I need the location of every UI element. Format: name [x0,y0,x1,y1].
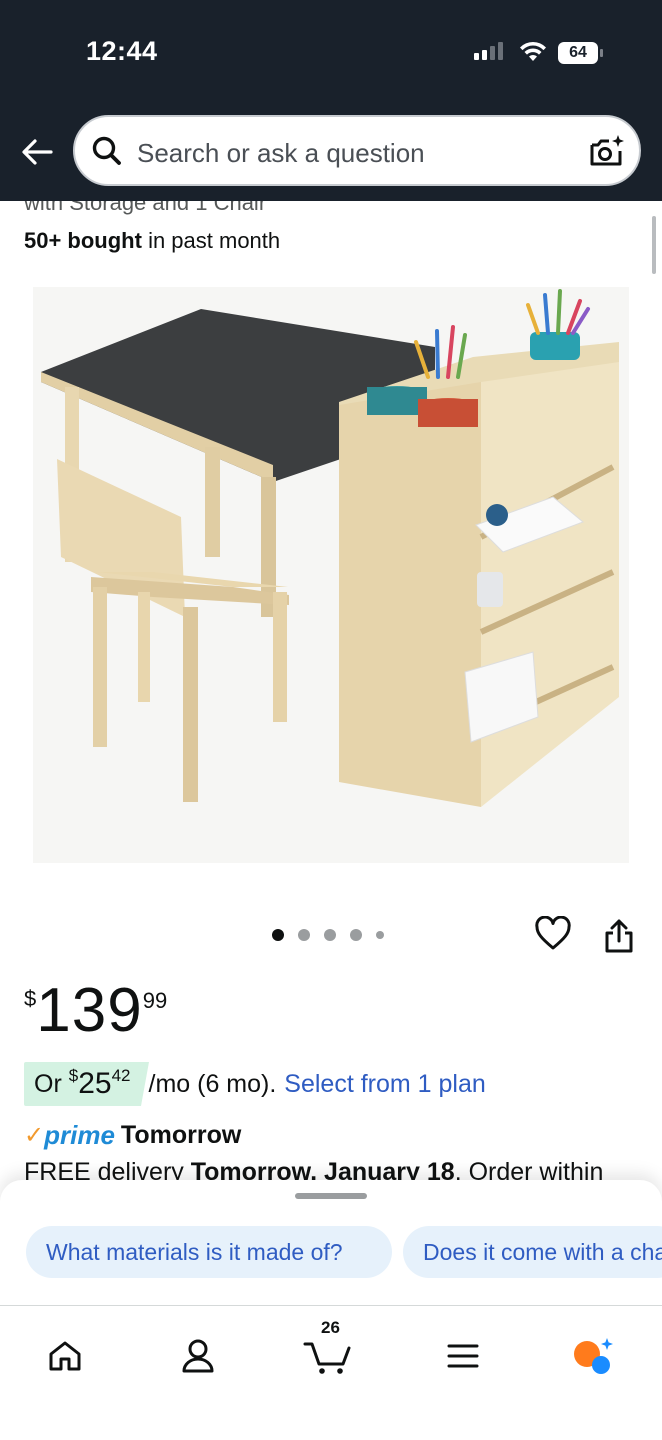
suggestion-chip[interactable]: What materials is it made of? [26,1226,392,1278]
desk-chair-illustration [41,289,619,807]
person-icon [182,1339,214,1373]
price-currency: $ [24,986,37,1011]
sheet-drag-handle[interactable] [295,1193,367,1199]
product-image[interactable] [33,287,629,863]
carousel-dot[interactable] [324,929,336,941]
home-icon [49,1341,81,1371]
product-price: $ 139 99 [24,978,167,1044]
search-bar[interactable]: Search or ask a question [73,115,641,186]
tab-rufus-assistant[interactable] [562,1326,622,1386]
installment-currency: $ [68,1066,79,1085]
installment-suffix: /mo (6 mo). [148,1069,277,1098]
carousel-dot[interactable] [298,929,310,941]
carousel-dot[interactable] [376,931,384,939]
wifi-icon [520,41,546,61]
camera-lens-icon[interactable] [587,133,625,171]
installment-plan: Or $25 42 /mo (6 mo). Select from 1 plan [24,1062,486,1106]
carousel-dot[interactable] [350,929,362,941]
bought-count-rest: in past month [141,228,281,253]
prime-logo: prime [44,1120,115,1150]
price-fraction: 99 [142,988,168,1013]
price-whole: 139 [36,976,143,1045]
top-header: 12:44 64 Search or ask a question [0,0,662,201]
tab-home[interactable] [35,1326,95,1386]
installment-whole: 25 [78,1067,112,1100]
search-input[interactable]: Search or ask a question [137,138,425,169]
image-carousel-dots[interactable] [272,929,384,941]
status-time: 12:44 [86,36,158,66]
installment-prefix: Or [34,1069,62,1098]
suggestion-sheet: What materials is it made of? Does it co… [0,1180,662,1306]
prime-delivery: ✓ prime Tomorrow [24,1120,241,1151]
cart-icon [303,1342,351,1374]
search-icon [92,136,121,165]
battery-icon: 64 [558,42,603,64]
scrollbar[interactable] [652,216,656,274]
back-arrow-icon[interactable] [20,136,54,168]
bottom-tab-bar: 26 [0,1305,662,1440]
bought-count-bold: 50+ bought [24,228,142,253]
suggestion-chip[interactable]: Does it come with a chair? [403,1226,662,1278]
prime-delivery-day: Tomorrow [120,1121,242,1149]
tab-account[interactable] [168,1326,228,1386]
select-plan-link[interactable]: Select from 1 plan [284,1070,486,1099]
cart-count-badge: 26 [321,1318,340,1337]
cellular-signal-icon [474,42,503,60]
assistant-icon [574,1338,613,1374]
installment-badge: Or $25 42 [24,1062,148,1106]
carousel-dot[interactable] [272,929,284,941]
installment-fraction: 42 [111,1066,131,1085]
heart-icon[interactable] [535,916,571,952]
tab-menu[interactable] [433,1326,493,1386]
menu-icon [447,1344,479,1368]
prime-check-icon: ✓ [24,1122,45,1149]
share-icon[interactable] [604,918,634,954]
bought-count: 50+ bought in past month [24,228,280,254]
